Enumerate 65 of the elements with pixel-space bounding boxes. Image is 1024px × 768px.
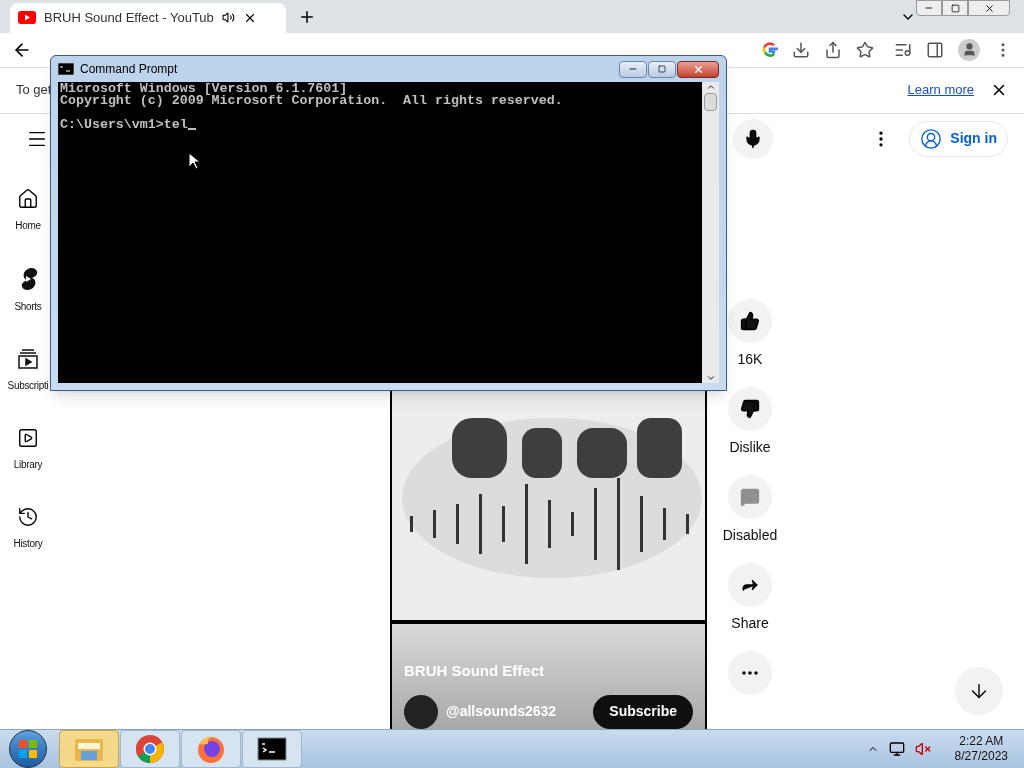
restore-icon [950, 3, 960, 13]
start-button[interactable] [9, 730, 47, 768]
maximize-icon [658, 65, 666, 73]
scroll-thumb[interactable] [704, 93, 717, 111]
muted-speaker-icon[interactable] [914, 741, 931, 757]
account-icon [920, 127, 943, 150]
minimize-button[interactable] [619, 60, 647, 78]
firefox-icon [196, 734, 226, 764]
more-icon [742, 671, 758, 675]
subscriptions-icon [17, 348, 39, 370]
person-icon [961, 42, 977, 58]
install-icon[interactable] [792, 40, 810, 59]
info-bar-text: To get [16, 81, 52, 100]
side-panel-icon[interactable] [926, 40, 944, 59]
sidebar-item[interactable]: Library [13, 457, 43, 472]
action-label: Disabled [722, 526, 778, 545]
history-icon [17, 506, 39, 528]
sidebar-item[interactable]: Subscripti [7, 378, 49, 393]
close-button[interactable] [677, 60, 719, 78]
clock-time: 2:22 AM [959, 734, 1004, 749]
browser-tab[interactable]: BRUH Sound Effect - YouTub [10, 2, 286, 33]
tab-title: BRUH Sound Effect - YouTub [44, 9, 214, 28]
thumbs-up-icon [740, 311, 760, 331]
youtube-logo-icon [18, 11, 36, 25]
mouse-pointer-icon [188, 152, 200, 170]
console-prompt: C:\Users\vm1>tel [60, 119, 188, 131]
action-label: Share [731, 614, 769, 633]
sidebar-item[interactable]: History [13, 536, 43, 551]
home-icon [17, 188, 39, 210]
console-line: Microsoft Windows [Version 6.1.7601] [60, 83, 348, 95]
action-label: 16K [737, 350, 763, 369]
short-title: BRUH Sound Effect [404, 661, 545, 681]
google-icon [762, 41, 778, 58]
learn-more-link[interactable]: Learn more [907, 80, 974, 100]
window-title: Command Prompt [80, 61, 178, 78]
like-button[interactable] [728, 299, 772, 343]
taskbar-app-button[interactable] [242, 730, 302, 768]
close-icon [983, 2, 995, 14]
dislike-button[interactable] [728, 387, 772, 431]
comment-icon [740, 487, 760, 507]
sidebar-item[interactable]: Shorts [14, 299, 42, 314]
library-icon [17, 427, 39, 449]
scroll-down-icon[interactable] [705, 373, 716, 383]
share-icon[interactable] [824, 40, 842, 59]
scroll-down-button[interactable] [955, 667, 1003, 715]
command-prompt-icon [257, 737, 287, 761]
profile-button[interactable] [958, 38, 980, 61]
thumbs-down-icon [740, 399, 760, 419]
console-line: Copyright (c) 2009 Microsoft Corporation. All rights reserved. [60, 95, 564, 107]
maximize-button[interactable] [648, 60, 676, 78]
action-label: Dislike [729, 438, 771, 457]
text-cursor [187, 128, 196, 130]
subscribe-button[interactable]: Subscribe [593, 694, 693, 729]
comments-button[interactable] [728, 475, 772, 519]
channel-avatar [404, 694, 438, 729]
windows-logo-icon [18, 739, 38, 759]
sidebar-item[interactable]: Home [15, 218, 41, 233]
restore-button[interactable] [942, 0, 968, 16]
chrome-icon [135, 734, 165, 764]
command-prompt-icon [58, 63, 74, 75]
clock-date: 8/27/2023 [954, 749, 1008, 764]
close-icon [692, 63, 704, 75]
scroll-up-icon[interactable] [705, 82, 716, 92]
bookmark-star-icon[interactable] [856, 40, 874, 59]
share-button[interactable] [728, 563, 772, 607]
